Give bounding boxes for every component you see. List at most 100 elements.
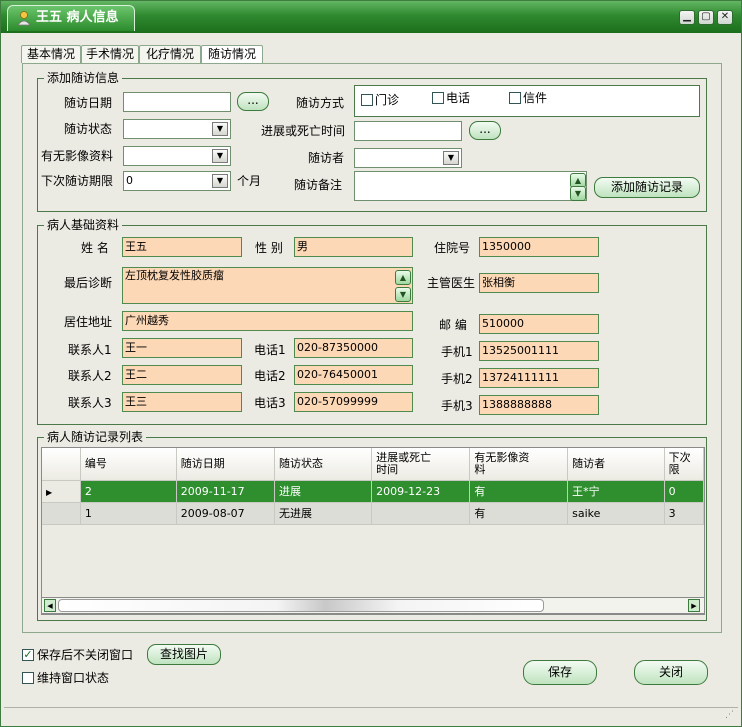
method-clinic-label: 门诊: [375, 93, 400, 107]
phone2-field[interactable]: 020-76450001: [294, 365, 413, 385]
tab-surgery[interactable]: 手术情况: [81, 45, 139, 63]
method-clinic-checkbox[interactable]: [361, 94, 373, 106]
close-button[interactable]: 关闭: [634, 660, 708, 685]
keep-state-checkbox[interactable]: [22, 672, 34, 684]
scroll-thumb[interactable]: [58, 599, 544, 612]
followuper-label: 随访者: [308, 151, 345, 165]
scroll-down-icon[interactable]: ▼: [395, 287, 411, 302]
keep-open-checkbox[interactable]: ✓: [22, 649, 34, 661]
scroll-left-icon[interactable]: ◀: [44, 599, 56, 612]
followup-status-select[interactable]: ▼: [123, 119, 231, 139]
mobile3-field[interactable]: 1388888888: [479, 395, 599, 415]
mobile3-label: 手机3: [441, 399, 473, 413]
contact1-field[interactable]: 王一: [122, 338, 242, 358]
tab-basic[interactable]: 基本情况: [21, 45, 81, 63]
find-image-button[interactable]: 查找图片: [147, 644, 221, 665]
mobile1-field[interactable]: 13525001111: [479, 341, 599, 361]
table-cell[interactable]: 王*宁: [567, 480, 665, 503]
tab-chemo[interactable]: 化疗情况: [139, 45, 201, 63]
horizontal-scrollbar[interactable]: ◀ ▶: [41, 597, 705, 614]
contact3-field[interactable]: 王三: [122, 392, 242, 412]
phone1-field[interactable]: 020-87350000: [294, 338, 413, 358]
progress-date-input[interactable]: [354, 121, 462, 141]
chevron-down-icon[interactable]: ▼: [443, 151, 459, 165]
imaging-select[interactable]: ▼: [123, 146, 231, 166]
table-cell[interactable]: 2009-08-07: [176, 502, 276, 525]
close-window-button[interactable]: ✕: [717, 10, 733, 25]
followup-date-picker-button[interactable]: ...: [237, 92, 269, 111]
col-header-followuper[interactable]: 随访者: [567, 448, 665, 481]
col-header-id[interactable]: 编号: [80, 448, 177, 481]
keep-state-label: 维持窗口状态: [37, 671, 110, 685]
save-button[interactable]: 保存: [523, 660, 597, 685]
method-letter-checkbox[interactable]: [509, 92, 521, 104]
table-cell[interactable]: saike: [567, 502, 665, 525]
doctor-field[interactable]: 张相衡: [479, 273, 599, 293]
table-cell[interactable]: 2: [80, 480, 177, 503]
table-cell[interactable]: 进展: [274, 480, 373, 503]
title-bar[interactable]: 王五 病人信息 ▁ ▢ ✕: [1, 1, 741, 33]
col-header-next[interactable]: 下次 限: [664, 448, 704, 481]
title-tab: 王五 病人信息: [7, 5, 135, 31]
mobile2-label: 手机2: [441, 372, 473, 386]
tab-followup[interactable]: 随访情况: [201, 45, 263, 64]
chevron-down-icon[interactable]: ▼: [212, 174, 228, 188]
progress-date-picker-button[interactable]: ...: [469, 121, 501, 140]
followup-date-input[interactable]: [123, 92, 231, 112]
table-cell[interactable]: 无进展: [274, 502, 373, 525]
method-phone-checkbox[interactable]: [432, 92, 444, 104]
phone1-label: 电话1: [254, 343, 286, 357]
method-phone-label: 电话: [446, 91, 471, 105]
scroll-up-icon[interactable]: ▲: [395, 270, 411, 285]
address-label: 居住地址: [64, 315, 113, 329]
col-header-progress-date[interactable]: 进展或死亡 时间: [371, 448, 471, 481]
followup-date-label: 随访日期: [64, 96, 113, 110]
maximize-button[interactable]: ▢: [698, 10, 714, 25]
table-cell[interactable]: 1: [80, 502, 177, 525]
records-table: 编号 随访日期 随访状态 进展或死亡 时间 有无影像资 料 随访者 下次 限 ▶…: [42, 448, 704, 525]
minimize-button[interactable]: ▁: [679, 10, 695, 25]
table-cell[interactable]: 3: [664, 502, 704, 525]
table-row[interactable]: ▶ 2 2009-11-17 进展 2009-12-23 有 王*宁 0: [42, 480, 704, 503]
table-cell[interactable]: 有: [469, 480, 569, 503]
phone3-field[interactable]: 020-57099999: [294, 392, 413, 412]
address-field[interactable]: 广州越秀: [122, 311, 413, 331]
row-header[interactable]: [42, 502, 81, 525]
contact2-field[interactable]: 王二: [122, 365, 242, 385]
admission-label: 住院号: [434, 241, 471, 255]
table-cell[interactable]: 2009-11-17: [176, 480, 276, 503]
row-header-corner: [42, 448, 81, 481]
table-cell[interactable]: 2009-12-23: [371, 480, 471, 503]
mobile2-field[interactable]: 13724111111: [479, 368, 599, 388]
table-row[interactable]: 1 2009-08-07 无进展 有 saike 3: [42, 502, 704, 525]
add-followup-legend: 添加随访信息: [44, 71, 123, 85]
zip-field[interactable]: 510000: [479, 314, 599, 334]
table-cell[interactable]: 有: [469, 502, 569, 525]
sex-field[interactable]: 男: [294, 237, 413, 257]
name-field[interactable]: 王五: [122, 237, 242, 257]
name-label: 姓 名: [81, 241, 109, 255]
scroll-down-icon[interactable]: ▼: [570, 186, 586, 201]
row-pointer-icon[interactable]: ▶: [42, 480, 81, 503]
table-cell[interactable]: [371, 502, 471, 525]
col-header-imaging[interactable]: 有无影像资 料: [469, 448, 569, 481]
scroll-right-icon[interactable]: ▶: [688, 599, 700, 612]
records-grid[interactable]: 编号 随访日期 随访状态 进展或死亡 时间 有无影像资 料 随访者 下次 限 ▶…: [41, 447, 705, 615]
followup-remark-input[interactable]: [354, 171, 587, 201]
add-followup-record-button[interactable]: 添加随访记录: [594, 177, 700, 198]
resize-grip-icon[interactable]: ⋰: [725, 710, 734, 720]
col-header-date[interactable]: 随访日期: [176, 448, 276, 481]
col-header-status[interactable]: 随访状态: [274, 448, 373, 481]
diagnosis-field[interactable]: 左顶枕复发性胶质瘤: [122, 267, 413, 304]
contact3-label: 联系人3: [68, 396, 112, 410]
followup-remark-label: 随访备注: [294, 178, 343, 192]
doctor-label: 主管医生: [427, 276, 476, 290]
admission-field[interactable]: 1350000: [479, 237, 599, 257]
sex-label: 性 别: [255, 241, 283, 255]
followuper-select[interactable]: ▼: [354, 148, 462, 168]
table-cell[interactable]: 0: [664, 480, 704, 503]
chevron-down-icon[interactable]: ▼: [212, 122, 228, 136]
chevron-down-icon[interactable]: ▼: [212, 149, 228, 163]
patient-info-window: 王五 病人信息 ▁ ▢ ✕ 基本情况 手术情况 化疗情况 随访情况 添加随访信息…: [0, 0, 742, 727]
next-followup-select[interactable]: 0 ▼: [123, 171, 231, 191]
